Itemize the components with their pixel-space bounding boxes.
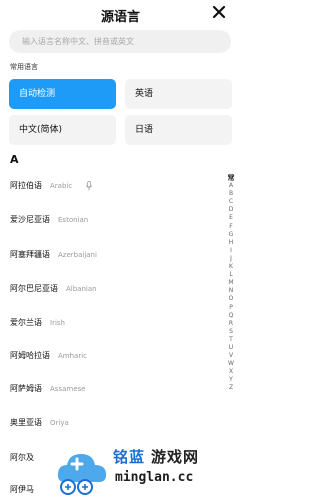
language-name: 爱尔兰语 — [10, 318, 42, 327]
index-letter[interactable]: L — [227, 271, 235, 279]
list-item[interactable]: 阿伊马 — [10, 480, 42, 500]
list-item[interactable]: 阿尔及 — [10, 448, 42, 468]
section-letter: A — [10, 153, 19, 166]
microphone-icon[interactable] — [85, 180, 93, 191]
index-letter[interactable]: D — [227, 206, 235, 214]
alphabet-index[interactable]: 常 A B C D E F G H I J K L M N O P Q R S … — [227, 174, 235, 393]
index-letter[interactable]: R — [227, 320, 235, 328]
chip-japanese[interactable]: 日语 — [125, 115, 232, 145]
watermark-url: minglan.cc — [115, 470, 194, 485]
list-item[interactable]: 阿塞拜疆语 Azerbaijani — [10, 245, 97, 265]
index-letter[interactable]: X — [227, 368, 235, 376]
index-letter[interactable]: E — [227, 214, 235, 222]
watermark: 铭蓝 游戏网 minglan.cc — [55, 440, 241, 500]
watermark-title: 铭蓝 游戏网 — [113, 446, 199, 467]
language-name: 阿萨姆语 — [10, 384, 42, 393]
index-letter[interactable]: U — [227, 344, 235, 352]
language-native-name: Amharic — [58, 352, 88, 360]
index-letter[interactable]: I — [227, 247, 235, 255]
page-title: 源语言 — [100, 10, 140, 25]
index-letter[interactable]: A — [227, 182, 235, 190]
index-letter[interactable]: Y — [227, 376, 235, 384]
common-languages-label: 常用语言 — [10, 63, 38, 71]
language-name: 阿伊马 — [10, 485, 34, 494]
language-name: 奥里亚语 — [10, 418, 42, 427]
header: 源语言 — [0, 0, 241, 28]
language-native-name: Irish — [50, 319, 65, 327]
index-letter[interactable]: W — [227, 360, 235, 368]
language-native-name: Arabic — [50, 182, 73, 190]
index-letter[interactable]: V — [227, 352, 235, 360]
list-item[interactable]: 爱尔兰语 Irish — [10, 313, 65, 333]
chip-english[interactable]: 英语 — [125, 79, 232, 109]
index-letter[interactable]: J — [227, 255, 235, 263]
language-native-name: Assamese — [50, 385, 86, 393]
watermark-brand-suffix: 游戏网 — [151, 448, 200, 466]
cloud-game-logo-icon — [57, 454, 107, 495]
index-letter[interactable]: P — [227, 304, 235, 312]
language-name: 爱沙尼亚语 — [10, 215, 50, 224]
close-icon[interactable] — [211, 4, 227, 20]
language-native-name: Albanian — [66, 285, 97, 293]
index-letter[interactable]: M — [227, 279, 235, 287]
chip-auto-detect[interactable]: 自动检测 — [9, 79, 116, 109]
language-native-name: Estonian — [58, 216, 89, 224]
index-letter[interactable]: K — [227, 263, 235, 271]
language-name: 阿尔及 — [10, 453, 34, 462]
list-item[interactable]: 阿萨姆语 Assamese — [10, 379, 85, 399]
language-name: 阿拉伯语 — [10, 181, 42, 190]
index-letter[interactable]: T — [227, 336, 235, 344]
list-item[interactable]: 阿姆哈拉语 Amharic — [10, 346, 87, 366]
index-letter[interactable]: B — [227, 190, 235, 198]
language-native-name: Oriya — [50, 419, 69, 427]
index-letter[interactable]: G — [227, 231, 235, 239]
index-letter[interactable]: N — [227, 287, 235, 295]
index-letter[interactable]: H — [227, 239, 235, 247]
index-letter[interactable]: C — [227, 198, 235, 206]
language-name: 阿尔巴尼亚语 — [10, 284, 58, 293]
language-name: 阿塞拜疆语 — [10, 250, 50, 259]
list-item[interactable]: 阿拉伯语 Arabic — [10, 176, 93, 196]
index-letter[interactable]: S — [227, 328, 235, 336]
search-input[interactable]: 输入语言名称中文、拼音或英文 — [9, 30, 231, 53]
index-letter[interactable]: Z — [227, 384, 235, 392]
index-letter[interactable]: F — [227, 223, 235, 231]
index-letter[interactable]: Q — [227, 312, 235, 320]
language-name: 阿姆哈拉语 — [10, 351, 50, 360]
index-letter[interactable]: 常 — [227, 174, 235, 182]
list-item[interactable]: 爱沙尼亚语 Estonian — [10, 210, 88, 230]
list-item[interactable]: 奥里亚语 Oriya — [10, 413, 69, 433]
watermark-brand: 铭蓝 — [113, 448, 146, 466]
list-item[interactable]: 阿尔巴尼亚语 Albanian — [10, 279, 97, 299]
chip-chinese-simplified[interactable]: 中文(简体) — [9, 115, 116, 145]
language-native-name: Azerbaijani — [58, 251, 97, 259]
index-letter[interactable]: O — [227, 295, 235, 303]
